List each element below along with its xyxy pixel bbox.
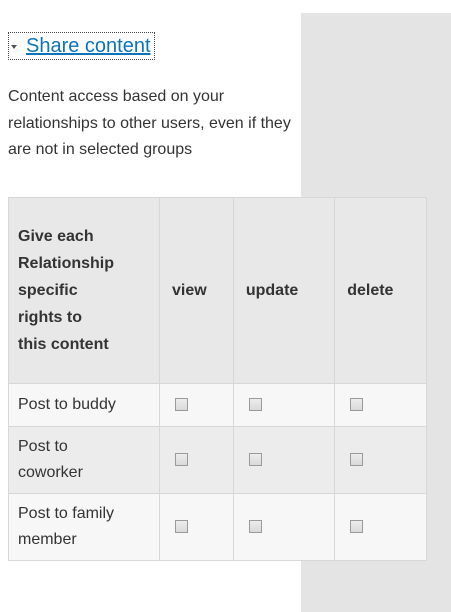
row-label-line: Post to family — [18, 505, 115, 522]
row-label-line: Post to buddy — [18, 396, 116, 413]
coworker-view-checkbox[interactable] — [175, 453, 188, 467]
relationship-label: Post to buddy — [8, 383, 160, 427]
buddy-view-checkbox[interactable] — [175, 398, 188, 412]
description-line: relationships to other users, even if th… — [8, 114, 291, 132]
relationship-column-header: Give each Relationship specific rights t… — [8, 197, 160, 384]
view-cell — [159, 493, 234, 561]
share-content-legend[interactable]: Share content — [8, 32, 155, 60]
view-cell — [159, 426, 234, 494]
buddy-delete-checkbox[interactable] — [350, 398, 364, 412]
delete-cell — [334, 426, 427, 494]
buddy-update-checkbox[interactable] — [248, 398, 262, 412]
header-line: specific — [18, 282, 78, 299]
table-header-row: Give each Relationship specific rights t… — [8, 197, 427, 384]
header-line: Give each — [18, 228, 94, 245]
table-row: Post to coworker — [8, 426, 427, 494]
family-delete-checkbox[interactable] — [350, 520, 364, 534]
row-label-line: member — [18, 531, 77, 548]
coworker-delete-checkbox[interactable] — [350, 453, 364, 467]
row-label-line: Post to — [18, 438, 68, 455]
description-line: Content access based on your — [8, 88, 225, 105]
fieldset-description: Content access based on your relationshi… — [8, 84, 408, 164]
table-row: Post to buddy — [8, 383, 427, 427]
coworker-update-checkbox[interactable] — [248, 453, 262, 467]
share-content-link[interactable]: Share content — [26, 35, 151, 58]
relationship-label: Post to coworker — [8, 426, 160, 494]
table-row: Post to family member — [8, 493, 427, 561]
update-column-header: update — [232, 197, 336, 384]
view-column-header: view — [159, 197, 234, 384]
delete-column-header: delete — [334, 197, 427, 384]
header-line: Relationship — [18, 255, 115, 272]
relationship-label: Post to family member — [8, 493, 160, 561]
relationship-rights-table: Give each Relationship specific rights t… — [8, 197, 427, 561]
header-line: this content — [18, 336, 109, 353]
family-update-checkbox[interactable] — [248, 520, 262, 534]
header-line: rights to — [18, 309, 82, 326]
delete-cell — [334, 493, 427, 561]
update-cell — [232, 383, 336, 427]
description-line: are not in selected groups — [8, 141, 193, 158]
page: Share content Content access based on yo… — [0, 0, 451, 612]
update-cell — [232, 493, 336, 561]
update-cell — [232, 426, 336, 494]
row-label-line: coworker — [18, 464, 83, 481]
delete-cell — [334, 383, 427, 427]
collapse-triangle-icon — [11, 44, 17, 49]
view-cell — [159, 383, 234, 427]
family-view-checkbox[interactable] — [175, 520, 188, 534]
